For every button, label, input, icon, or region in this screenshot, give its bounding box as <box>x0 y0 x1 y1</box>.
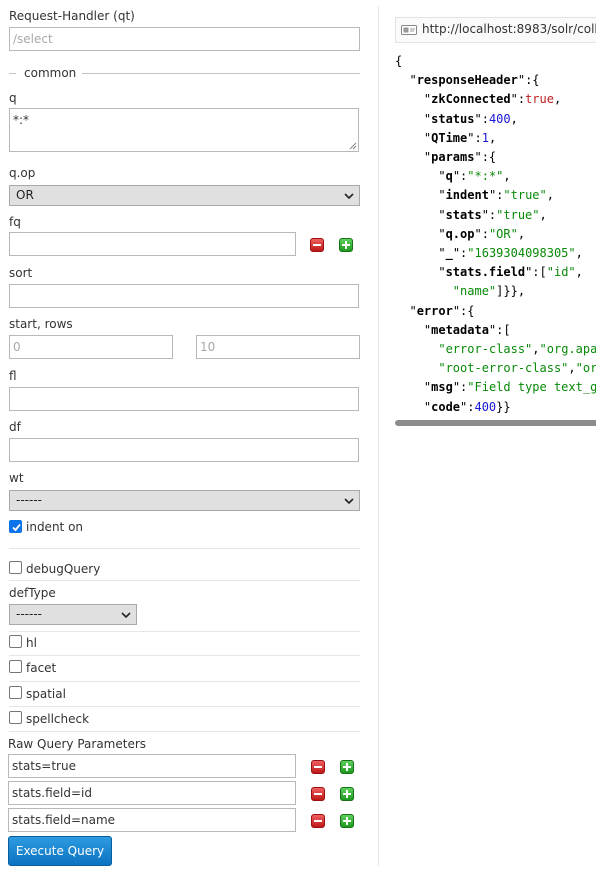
separator <box>9 548 360 549</box>
wt-label: wt <box>9 471 24 485</box>
legend-line-right <box>82 73 360 74</box>
separator <box>9 681 360 682</box>
raw-param-add-button[interactable] <box>340 787 354 801</box>
response-panel: http://localhost:8983/solr/coll { "respo… <box>379 0 596 874</box>
common-legend: common <box>24 66 77 80</box>
q-op-label: q.op <box>9 166 36 180</box>
separator <box>9 731 360 732</box>
spellcheck-label: spellcheck <box>26 712 90 726</box>
facet-label: facet <box>26 661 57 675</box>
start-rows-label: start, rows <box>9 317 73 331</box>
indent-checkbox[interactable] <box>9 520 22 533</box>
raw-param-input[interactable]: stats=true <box>8 754 296 778</box>
q-textarea[interactable]: *:* <box>9 108 359 152</box>
q-op-select[interactable]: OR <box>9 185 360 206</box>
spatial-checkbox[interactable] <box>9 686 22 699</box>
raw-param-remove-button[interactable] <box>311 787 325 801</box>
fq-input[interactable] <box>9 232 296 256</box>
request-handler-input[interactable]: /select <box>9 27 360 51</box>
wt-selected: ------ <box>16 493 42 507</box>
raw-param-add-button[interactable] <box>340 814 354 828</box>
start-input[interactable]: 0 <box>9 335 173 359</box>
wt-select[interactable]: ------ <box>9 490 360 511</box>
fq-label: fq <box>9 215 21 229</box>
raw-param-remove-button[interactable] <box>311 760 325 774</box>
response-url-link[interactable]: http://localhost:8983/solr/coll <box>395 17 596 43</box>
raw-param-input[interactable]: stats.field=name <box>8 808 296 832</box>
q-label: q <box>9 91 17 105</box>
separator <box>9 580 360 581</box>
execute-query-button[interactable]: Execute Query <box>8 836 112 866</box>
fl-input[interactable] <box>9 387 359 411</box>
df-input[interactable] <box>9 438 359 462</box>
link-icon <box>401 25 417 35</box>
response-json: { "responseHeader":{ "zkConnected":true,… <box>395 54 596 414</box>
legend-line-left <box>9 73 16 74</box>
debug-query-label: debugQuery <box>26 562 101 576</box>
checkmark-icon <box>12 523 21 532</box>
chevron-down-icon <box>344 498 354 505</box>
hl-checkbox[interactable] <box>9 635 22 648</box>
indent-label: indent on <box>26 520 84 534</box>
fl-label: fl <box>9 369 17 383</box>
resize-grip-icon[interactable] <box>349 142 357 150</box>
request-handler-label: Request-Handler (qt) <box>9 9 135 23</box>
q-value: *:* <box>13 113 30 127</box>
df-label: df <box>9 420 21 434</box>
sort-label: sort <box>9 266 33 280</box>
def-type-label: defType <box>9 586 56 600</box>
def-type-select[interactable]: ------ <box>9 604 137 625</box>
separator <box>9 706 360 707</box>
chevron-down-icon <box>121 612 131 619</box>
facet-checkbox[interactable] <box>9 660 22 673</box>
query-form: Request-Handler (qt) /select common q *:… <box>0 0 370 874</box>
raw-param-remove-button[interactable] <box>311 814 325 828</box>
raw-param-add-button[interactable] <box>340 760 354 774</box>
sort-input[interactable] <box>9 284 359 308</box>
debug-query-checkbox[interactable] <box>9 561 22 574</box>
spatial-label: spatial <box>26 687 66 701</box>
q-op-selected: OR <box>16 188 34 202</box>
response-url: http://localhost:8983/solr/coll <box>422 22 596 36</box>
rows-input[interactable]: 10 <box>196 335 360 359</box>
raw-params-label: Raw Query Parameters <box>8 737 147 751</box>
horizontal-scrollbar[interactable] <box>395 420 596 426</box>
separator <box>9 631 360 632</box>
spellcheck-checkbox[interactable] <box>9 711 22 724</box>
fq-remove-button[interactable] <box>310 238 324 252</box>
fq-add-button[interactable] <box>339 238 353 252</box>
separator <box>9 655 360 656</box>
chevron-down-icon <box>344 193 354 200</box>
hl-label: hl <box>26 636 37 650</box>
raw-param-input[interactable]: stats.field=id <box>8 781 296 805</box>
def-type-selected: ------ <box>16 607 42 621</box>
